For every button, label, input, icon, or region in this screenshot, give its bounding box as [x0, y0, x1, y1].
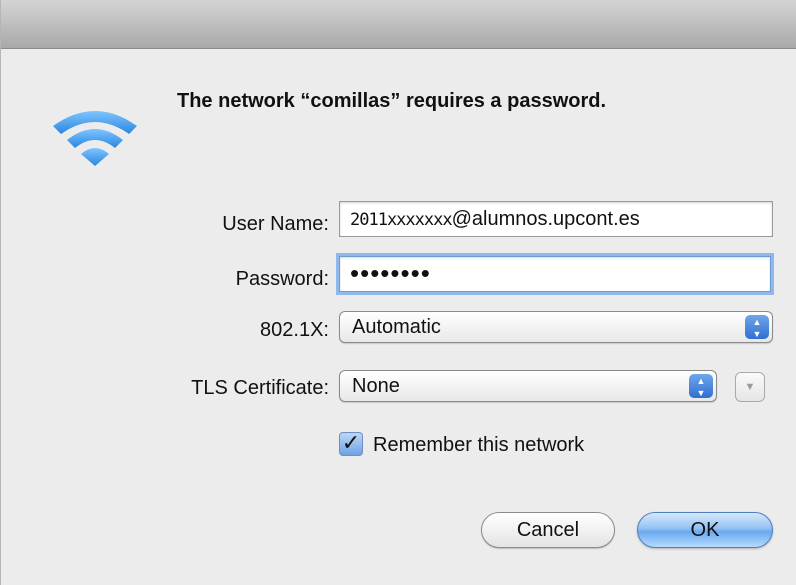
checkmark-icon: ✓ [341, 430, 361, 455]
triangle-down-icon: ▼ [744, 381, 756, 393]
popup-arrows-icon: ▲ ▼ [745, 315, 769, 339]
password-field[interactable]: •••••••• [339, 256, 771, 292]
password-label: Password: [235, 268, 329, 290]
tls-label: TLS Certificate: [191, 377, 329, 399]
cancel-button[interactable]: Cancel [481, 512, 615, 548]
eap-popup[interactable]: Automatic ▲ ▼ [339, 311, 773, 343]
tls-disclosure-button[interactable]: ▼ [735, 372, 765, 402]
remember-checkbox[interactable]: ✓ [339, 432, 363, 456]
username-label: User Name: [222, 213, 329, 235]
username-prefix-text: 2011xxxxxxx [350, 210, 453, 230]
window-titlebar[interactable] [1, 0, 796, 49]
dialog-headline: The network “comillas” requires a passwo… [177, 90, 607, 112]
eap-label: 802.1X: [260, 319, 329, 341]
tls-value: None [352, 375, 400, 397]
remember-label[interactable]: Remember this network [373, 434, 584, 457]
tls-popup[interactable]: None ▲ ▼ [339, 370, 717, 402]
eap-value: Automatic [352, 316, 441, 338]
wifi-icon [53, 111, 137, 166]
popup-arrows-icon: ▲ ▼ [689, 374, 713, 398]
ok-button[interactable]: OK [637, 512, 773, 548]
network-password-dialog: The network “comillas” requires a passwo… [0, 0, 796, 585]
username-field[interactable]: 2011xxxxxxx@alumnos.upcont.es [339, 201, 773, 237]
password-value: •••••••• [350, 258, 431, 288]
username-suffix-text: @alumnos.upcont.es [451, 208, 640, 230]
